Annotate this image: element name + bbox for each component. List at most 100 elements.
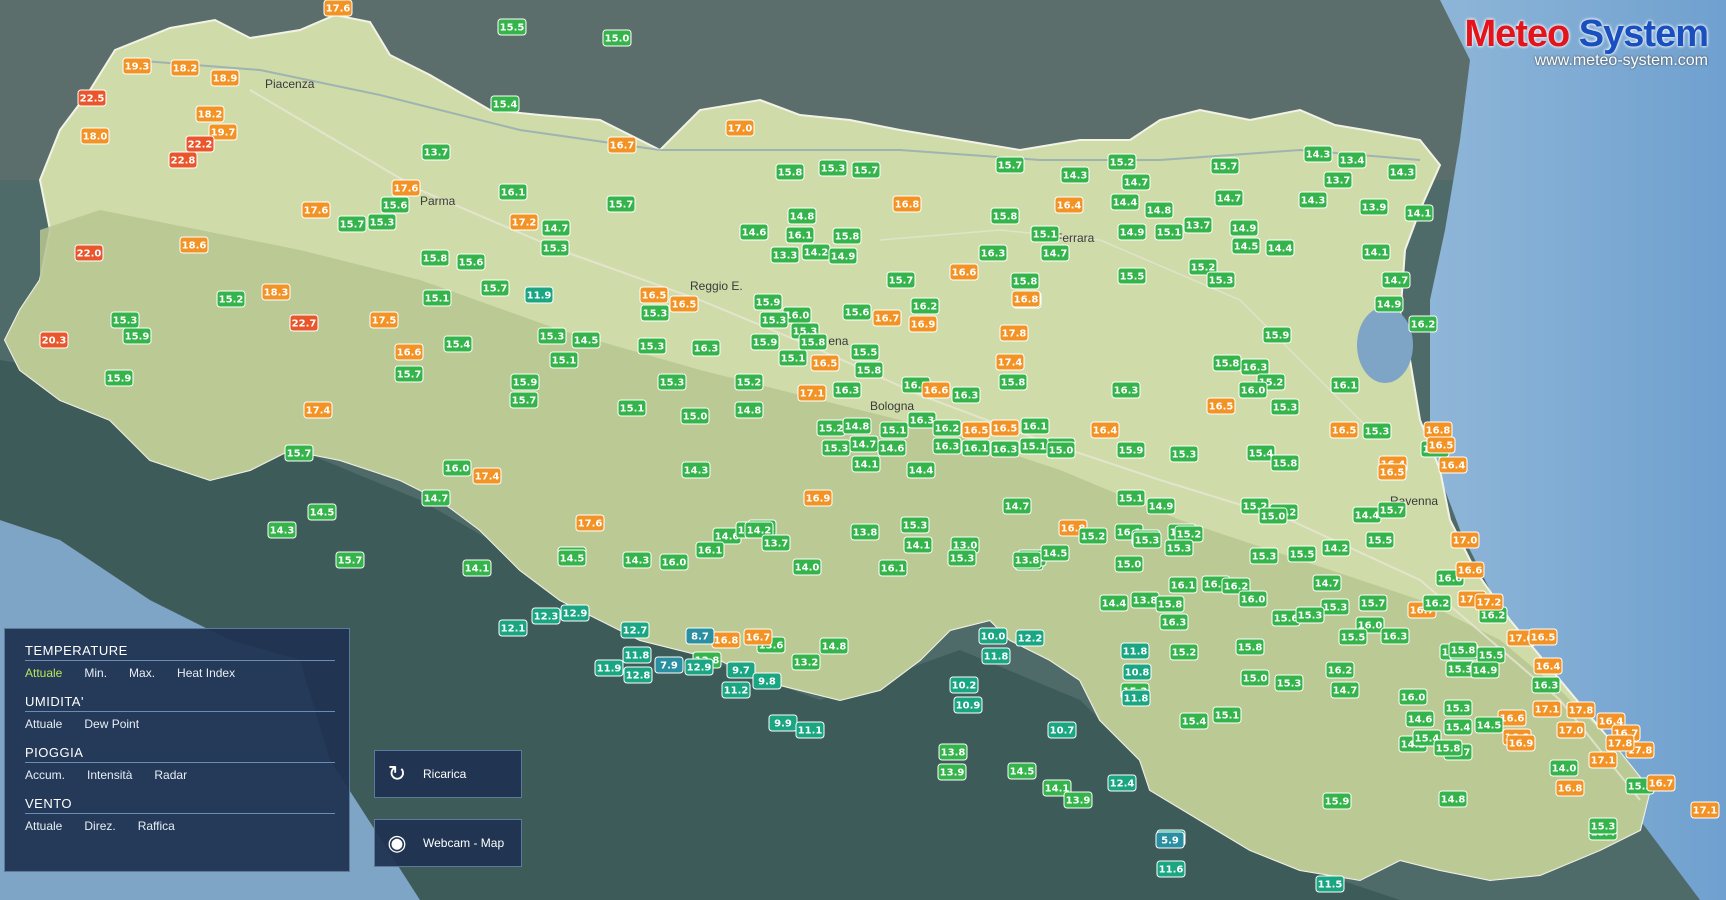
temperature-marker[interactable]: 16.1	[1168, 576, 1198, 594]
temperature-marker[interactable]: 13.8	[938, 743, 968, 761]
temperature-marker[interactable]: 14.8	[734, 401, 764, 419]
temperature-marker[interactable]: 15.3	[947, 549, 977, 567]
temperature-marker[interactable]: 15.3	[1443, 699, 1473, 717]
temperature-marker[interactable]: 15.2	[734, 373, 764, 391]
temperature-marker[interactable]: 18.0	[80, 127, 110, 145]
temperature-marker[interactable]: 13.7	[1323, 171, 1353, 189]
temperature-marker[interactable]: 13.9	[937, 763, 967, 781]
temperature-marker[interactable]: 9.8	[752, 672, 782, 690]
temperature-marker[interactable]: 15.3	[110, 311, 140, 329]
temperature-marker[interactable]: 16.5	[1377, 463, 1407, 481]
panel-option-2-0[interactable]: Accum.	[25, 768, 65, 782]
temperature-marker[interactable]: 15.3	[657, 373, 687, 391]
temperature-marker[interactable]: 18.2	[170, 59, 200, 77]
temperature-marker[interactable]: 17.6	[323, 0, 353, 17]
temperature-marker[interactable]: 16.7	[872, 309, 902, 327]
temperature-marker[interactable]: 17.1	[1588, 751, 1618, 769]
temperature-marker[interactable]: 13.7	[761, 534, 791, 552]
temperature-marker[interactable]: 14.1	[462, 559, 492, 577]
temperature-marker[interactable]: 14.7	[1002, 497, 1032, 515]
temperature-marker[interactable]: 16.4	[1533, 657, 1563, 675]
temperature-marker[interactable]: 16.5	[961, 421, 991, 439]
temperature-marker[interactable]: 16.3	[1531, 676, 1561, 694]
temperature-marker[interactable]: 17.2	[509, 213, 539, 231]
temperature-marker[interactable]: 14.4	[1352, 506, 1382, 524]
temperature-marker[interactable]: 15.8	[990, 207, 1020, 225]
temperature-marker[interactable]: 14.8	[1144, 201, 1174, 219]
temperature-marker[interactable]: 16.0	[1398, 688, 1428, 706]
temperature-marker[interactable]: 18.9	[210, 69, 240, 87]
temperature-marker[interactable]: 15.1	[778, 349, 808, 367]
temperature-marker[interactable]: 15.5	[850, 343, 880, 361]
reload-button[interactable]: ↻ Ricarica	[374, 750, 522, 798]
temperature-marker[interactable]: 15.1	[1154, 223, 1184, 241]
temperature-marker[interactable]: 17.8	[1566, 701, 1596, 719]
temperature-marker[interactable]: 14.7	[1312, 574, 1342, 592]
temperature-marker[interactable]: 14.5	[1474, 716, 1504, 734]
temperature-marker[interactable]: 15.5	[1476, 646, 1506, 664]
temperature-marker[interactable]: 18.2	[195, 105, 225, 123]
temperature-marker[interactable]: 15.8	[1010, 272, 1040, 290]
temperature-marker[interactable]: 15.2	[1169, 643, 1199, 661]
panel-option-3-2[interactable]: Raffica	[138, 819, 175, 833]
temperature-marker[interactable]: 14.3	[1298, 191, 1328, 209]
temperature-marker[interactable]: 15.9	[753, 293, 783, 311]
temperature-marker[interactable]: 15.5	[497, 18, 527, 36]
temperature-marker[interactable]: 13.8	[1130, 591, 1160, 609]
temperature-marker[interactable]: 22.5	[77, 89, 107, 107]
temperature-marker[interactable]: 15.3	[637, 337, 667, 355]
temperature-marker[interactable]: 14.7	[1214, 189, 1244, 207]
temperature-marker[interactable]: 11.6	[1156, 860, 1186, 878]
temperature-marker[interactable]: 10.7	[1047, 721, 1077, 739]
temperature-marker[interactable]: 17.1	[797, 384, 827, 402]
temperature-marker[interactable]: 15.3	[900, 516, 930, 534]
temperature-marker[interactable]: 10.2	[949, 676, 979, 694]
temperature-marker[interactable]: 16.2	[910, 297, 940, 315]
temperature-marker[interactable]: 16.5	[1206, 397, 1236, 415]
temperature-marker[interactable]: 16.1	[1330, 376, 1360, 394]
temperature-marker[interactable]: 15.5	[1365, 531, 1395, 549]
temperature-marker[interactable]: 11.8	[1120, 642, 1150, 660]
temperature-marker[interactable]: 16.9	[803, 489, 833, 507]
temperature-marker[interactable]: 16.3	[832, 381, 862, 399]
temperature-marker[interactable]: 15.3	[540, 239, 570, 257]
temperature-marker[interactable]: 16.8	[711, 631, 741, 649]
temperature-marker[interactable]: 16.1	[498, 183, 528, 201]
temperature-marker[interactable]: 15.7	[480, 279, 510, 297]
temperature-marker[interactable]: 15.9	[104, 369, 134, 387]
temperature-marker[interactable]: 16.5	[1528, 628, 1558, 646]
temperature-marker[interactable]: 15.4	[443, 335, 473, 353]
temperature-marker[interactable]: 16.5	[639, 286, 669, 304]
temperature-marker[interactable]: 16.5	[1426, 436, 1456, 454]
temperature-marker[interactable]: 14.7	[421, 489, 451, 507]
temperature-marker[interactable]: 16.2	[1408, 315, 1438, 333]
panel-option-2-2[interactable]: Radar	[154, 768, 187, 782]
temperature-marker[interactable]: 14.5	[571, 331, 601, 349]
temperature-marker[interactable]: 16.8	[1423, 421, 1453, 439]
temperature-marker[interactable]: 16.3	[691, 339, 721, 357]
temperature-marker[interactable]: 15.7	[1358, 594, 1388, 612]
temperature-marker[interactable]: 15.3	[1206, 271, 1236, 289]
temperature-marker[interactable]: 16.3	[1159, 613, 1189, 631]
panel-option-3-1[interactable]: Direz.	[84, 819, 115, 833]
temperature-marker[interactable]: 14.2	[801, 243, 831, 261]
temperature-marker[interactable]: 18.3	[261, 283, 291, 301]
temperature-marker[interactable]: 17.1	[1532, 700, 1562, 718]
temperature-marker[interactable]: 17.5	[369, 311, 399, 329]
temperature-marker[interactable]: 17.6	[391, 179, 421, 197]
temperature-marker[interactable]: 15.1	[1030, 225, 1060, 243]
temperature-marker[interactable]: 17.8	[999, 324, 1029, 342]
temperature-marker[interactable]: 12.7	[620, 621, 650, 639]
temperature-marker[interactable]: 15.2	[1107, 153, 1137, 171]
temperature-marker[interactable]: 14.5	[307, 503, 337, 521]
temperature-marker[interactable]: 15.3	[1295, 606, 1325, 624]
temperature-marker[interactable]: 15.7	[394, 365, 424, 383]
temperature-marker[interactable]: 12.8	[623, 666, 653, 684]
temperature-marker[interactable]: 14.8	[819, 637, 849, 655]
temperature-marker[interactable]: 16.5	[810, 354, 840, 372]
temperature-marker[interactable]: 15.8	[832, 227, 862, 245]
temperature-marker[interactable]: 15.7	[995, 156, 1025, 174]
temperature-marker[interactable]: 22.7	[289, 314, 319, 332]
temperature-marker[interactable]: 17.4	[472, 467, 502, 485]
temperature-marker[interactable]: 16.6	[394, 343, 424, 361]
